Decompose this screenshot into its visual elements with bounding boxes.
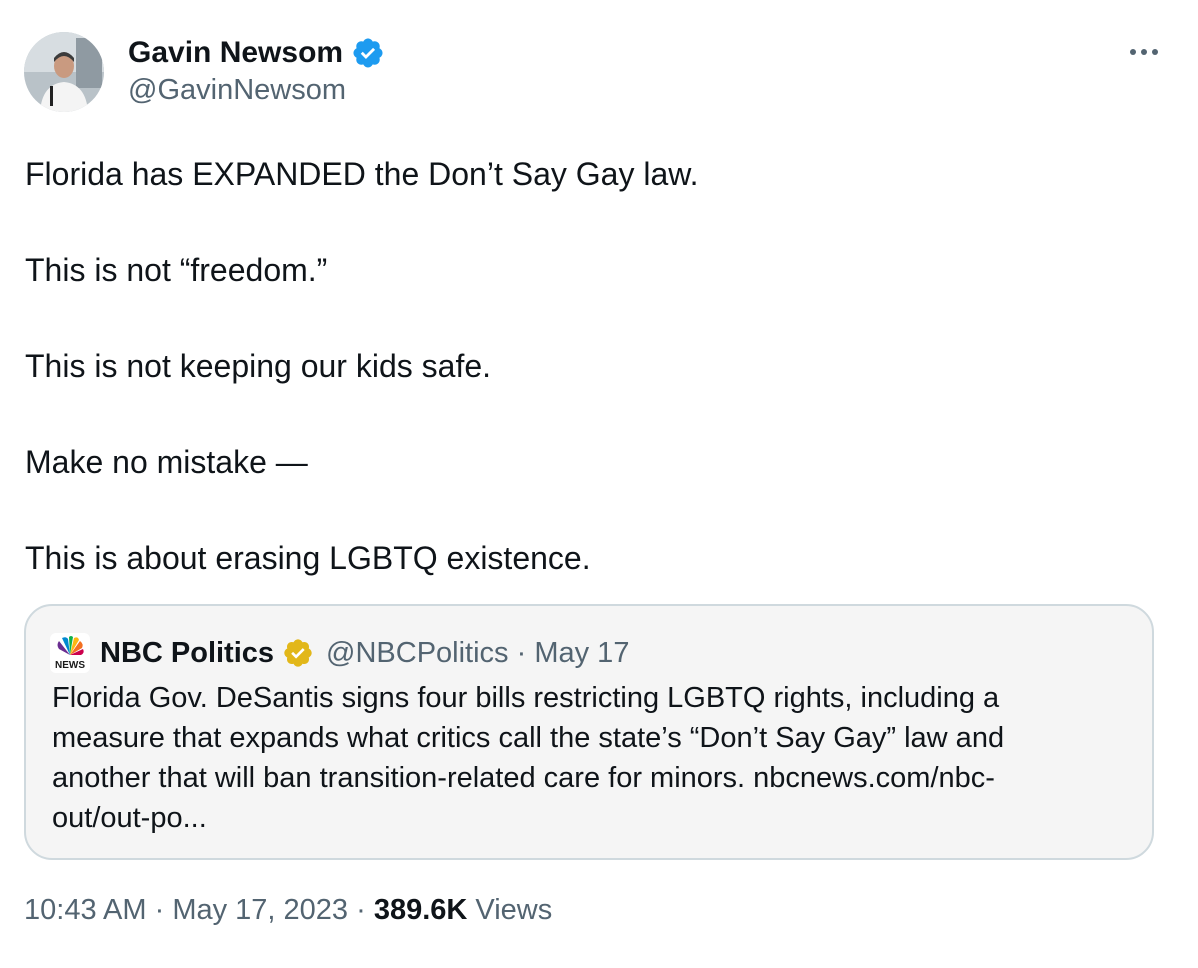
nbc-news-logo-icon: NEWS — [50, 633, 90, 673]
quoted-text-line: another that will ban transition-related… — [52, 762, 995, 794]
author-handle[interactable]: @GavinNewsom — [128, 74, 346, 107]
tweet-line: This is about erasing LGBTQ existence. — [25, 540, 591, 576]
quoted-separator: · — [508, 636, 535, 669]
tweet-footer: 10:43 AM · May 17, 2023 · 389.6K Views — [24, 894, 552, 927]
quoted-text-line: measure that expands what critics call t… — [52, 722, 1005, 754]
quoted-author-handle[interactable]: @NBCPolitics — [326, 637, 509, 670]
avatar-image — [24, 32, 104, 112]
quoted-tweet-text: Florida Gov. DeSantis signs four bills r… — [52, 678, 1122, 838]
tweet-date[interactable]: May 17, 2023 — [172, 894, 348, 926]
quoted-tweet-card[interactable]: NEWS NBC Politics @NBCPolitics · May 17 … — [24, 604, 1154, 860]
author-avatar[interactable] — [24, 32, 104, 112]
quoted-date[interactable]: May 17 — [534, 637, 629, 670]
views-label: Views — [467, 894, 553, 926]
quoted-author-name[interactable]: NBC Politics — [100, 637, 274, 670]
verified-badge-icon[interactable] — [351, 36, 385, 70]
footer-separator: · — [348, 894, 374, 926]
tweet-time[interactable]: 10:43 AM — [24, 894, 147, 926]
tweet-line: This is not keeping our kids safe. — [25, 348, 492, 384]
tweet-text: Florida has EXPANDED the Don’t Say Gay l… — [25, 150, 1165, 582]
tweet-line: Make no mistake — — [25, 444, 308, 480]
tweet-line: Florida has EXPANDED the Don’t Say Gay l… — [25, 156, 699, 192]
tweet-line: This is not “freedom.” — [25, 252, 328, 288]
author-name-row: Gavin Newsom — [128, 32, 385, 74]
svg-text:NEWS: NEWS — [55, 660, 85, 671]
quoted-text-line: Florida Gov. DeSantis signs four bills r… — [52, 682, 1000, 714]
footer-separator: · — [146, 894, 173, 926]
more-options-icon[interactable] — [1122, 36, 1166, 68]
views-count[interactable]: 389.6K — [374, 894, 468, 926]
quoted-tweet-header: NEWS NBC Politics @NBCPolitics · May 17 — [50, 632, 629, 674]
gold-verified-badge-icon[interactable] — [282, 637, 314, 669]
author-name[interactable]: Gavin Newsom — [128, 36, 343, 70]
quoted-text-line: out/out-po... — [52, 802, 207, 834]
